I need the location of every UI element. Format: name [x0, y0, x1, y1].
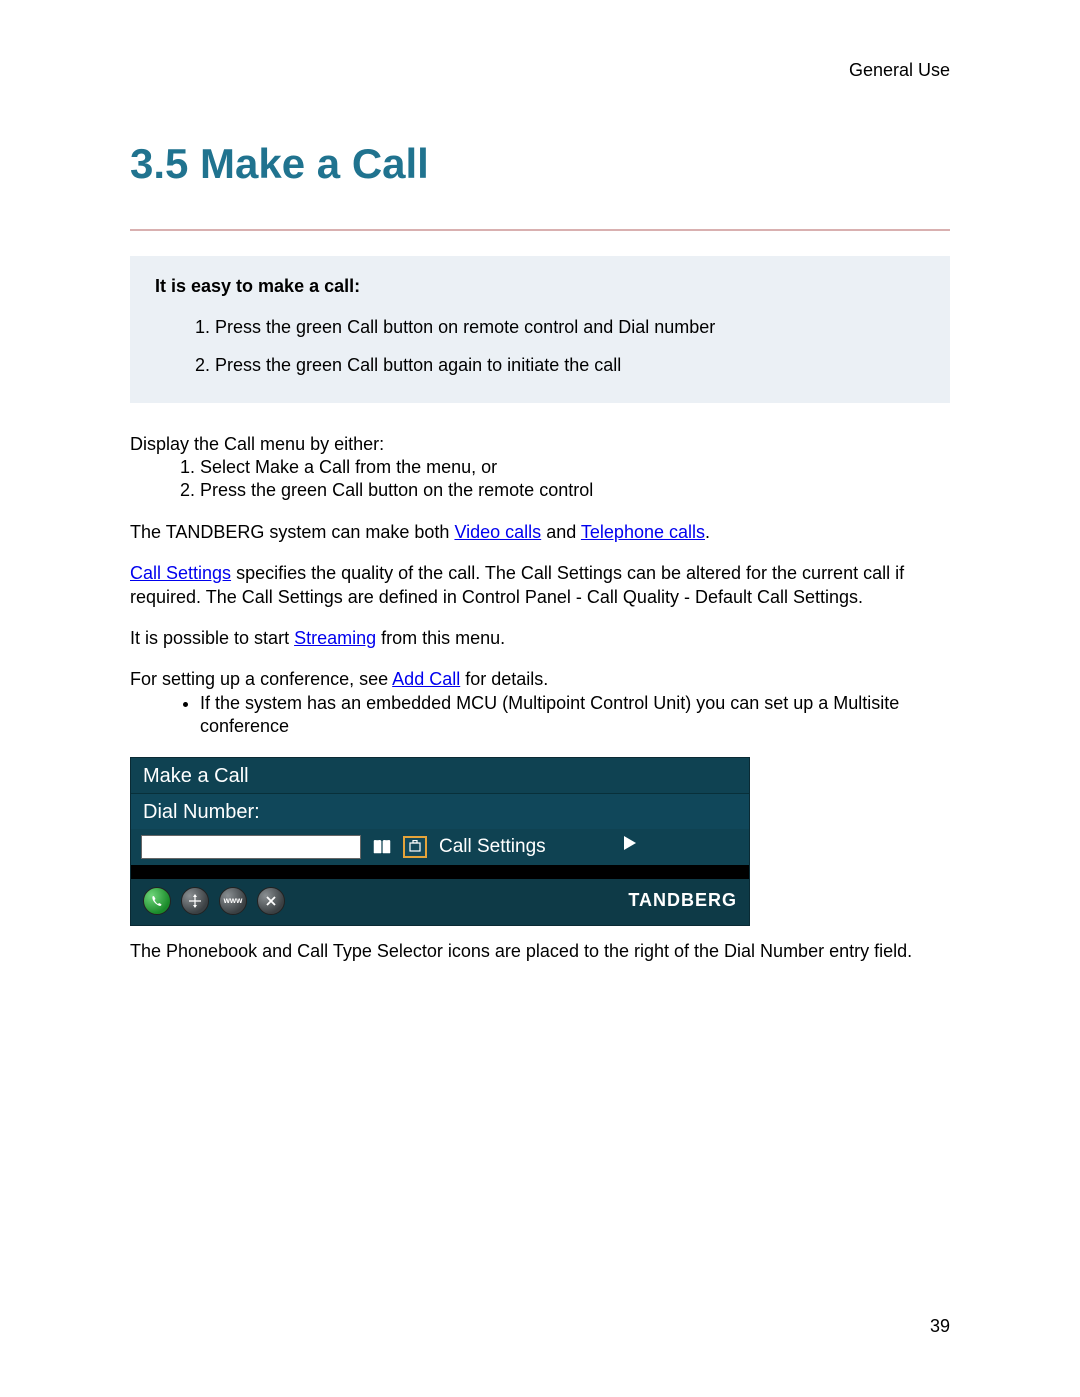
text: It is possible to start: [130, 628, 294, 648]
text: The TANDBERG system can make both: [130, 522, 454, 542]
link-add-call[interactable]: Add Call: [392, 669, 460, 689]
dial-number-input[interactable]: [141, 835, 361, 859]
ui-bottom-bar: www TANDBERG: [131, 879, 749, 925]
display-menu-item: Select Make a Call from the menu, or: [200, 456, 950, 479]
streaming-para: It is possible to start Streaming from t…: [130, 627, 950, 650]
tandberg-line: The TANDBERG system can make both Video …: [130, 521, 950, 544]
text: specifies the quality of the call. The C…: [130, 563, 904, 606]
ui-title: Make a Call: [131, 758, 749, 794]
display-menu-item: Press the green Call button on the remot…: [200, 479, 950, 502]
link-video-calls[interactable]: Video calls: [454, 522, 541, 542]
callout-title: It is easy to make a call:: [155, 276, 925, 297]
callout-step: Press the green Call button again to ini…: [215, 353, 925, 377]
brand-label: TANDBERG: [628, 889, 737, 912]
ui-dial-label: Dial Number:: [131, 794, 749, 829]
text: for details.: [460, 669, 548, 689]
conference-bullet: If the system has an embedded MCU (Multi…: [200, 692, 950, 739]
callout-step: Press the green Call button on remote co…: [215, 315, 925, 339]
close-icon[interactable]: [257, 887, 285, 915]
link-streaming[interactable]: Streaming: [294, 628, 376, 648]
display-menu-intro: Display the Call menu by either:: [130, 433, 950, 456]
post-image-text: The Phonebook and Call Type Selector ico…: [130, 940, 950, 963]
text: For setting up a conference, see: [130, 669, 392, 689]
text: .: [705, 522, 710, 542]
conference-para: For setting up a conference, see Add Cal…: [130, 668, 950, 691]
page-number: 39: [930, 1316, 950, 1337]
text: from this menu.: [376, 628, 505, 648]
section-title: 3.5 Make a Call: [130, 140, 950, 194]
call-settings-para: Call Settings specifies the quality of t…: [130, 562, 950, 609]
www-icon[interactable]: www: [219, 887, 247, 915]
ui-spacer: [131, 865, 749, 879]
calltype-selector-icon[interactable]: [403, 836, 427, 858]
callout-box: It is easy to make a call: Press the gre…: [130, 256, 950, 403]
section-divider: [130, 229, 950, 231]
call-icon[interactable]: [143, 887, 171, 915]
arrow-right-icon[interactable]: [624, 836, 636, 857]
nav-icon[interactable]: [181, 887, 209, 915]
page-header-label: General Use: [849, 60, 950, 81]
link-telephone-calls[interactable]: Telephone calls: [581, 522, 705, 542]
call-settings-button[interactable]: Call Settings: [439, 835, 546, 860]
make-call-ui: Make a Call Dial Number: Call Settings: [130, 757, 750, 927]
text: and: [541, 522, 581, 542]
ui-input-row: Call Settings: [131, 829, 749, 866]
link-call-settings[interactable]: Call Settings: [130, 563, 231, 583]
phonebook-icon[interactable]: [369, 836, 395, 858]
